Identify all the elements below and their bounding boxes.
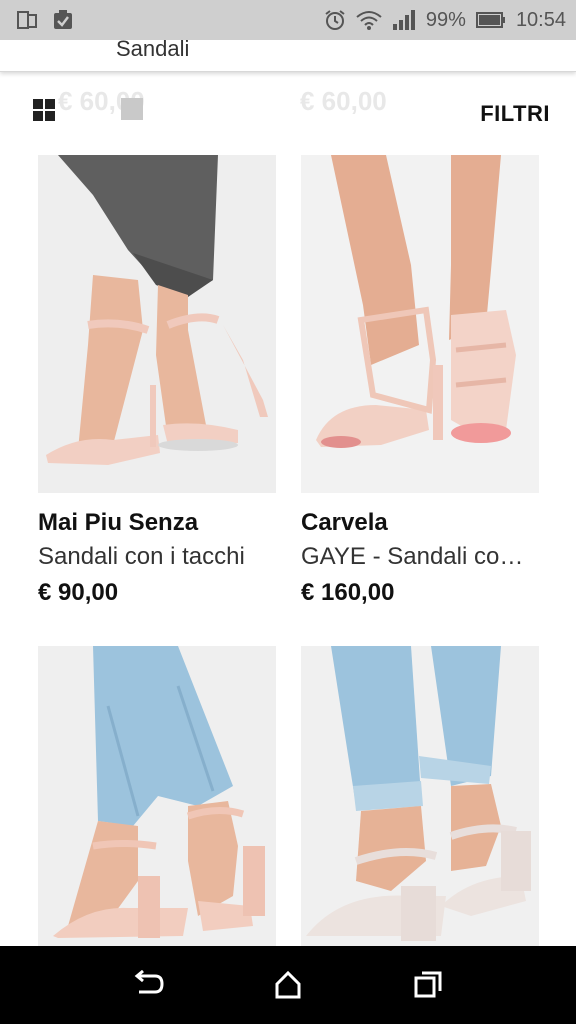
grid-view-icon[interactable] [33, 99, 55, 121]
product-image[interactable] [301, 646, 539, 984]
product-card[interactable]: Carvela GAYE - Sandali co… € 160,00 [301, 155, 539, 607]
product-image[interactable] [301, 155, 539, 493]
ghost-price-right: € 60,00 [300, 86, 387, 116]
screen-mirror-icon [17, 11, 37, 29]
product-brand: Mai Piu Senza [38, 509, 199, 536]
alarm-icon [325, 10, 345, 30]
product-name: GAYE - Sandali co… [301, 543, 524, 570]
home-button[interactable] [268, 965, 308, 1005]
product-price: € 160,00 [301, 579, 395, 606]
product-card[interactable]: Mai Piu Senza Sandali con i tacchi € 90,… [38, 155, 276, 607]
product-price: € 90,00 [38, 579, 119, 606]
filter-button[interactable]: FILTRI [480, 101, 550, 127]
recents-button[interactable] [408, 965, 448, 1005]
product-name: Sandali con i tacchi [38, 543, 245, 570]
product-card[interactable] [301, 646, 539, 984]
product-image[interactable] [38, 155, 276, 493]
single-view-icon[interactable] [121, 98, 143, 120]
back-button[interactable] [128, 965, 168, 1005]
screen: 99% 10:54 Sandali € 60,00 € 60,00 FILTRI [0, 0, 576, 1024]
battery-icon [475, 12, 505, 28]
back-icon [134, 970, 164, 994]
product-image[interactable] [38, 646, 276, 984]
clock: 10:54 [515, 8, 566, 31]
wifi-icon [356, 11, 382, 30]
clipboard-check-icon [54, 10, 72, 29]
app-header: Sandali [0, 40, 576, 72]
page-title: Sandali [116, 40, 190, 61]
signal-icon [392, 10, 415, 30]
recents-icon [414, 971, 442, 998]
home-icon [275, 970, 301, 999]
battery-percent: 99% [425, 8, 466, 31]
product-brand: Carvela [301, 509, 388, 536]
product-card[interactable] [38, 646, 276, 984]
system-nav-bar [0, 946, 576, 1024]
status-bar: 99% 10:54 [0, 0, 576, 40]
